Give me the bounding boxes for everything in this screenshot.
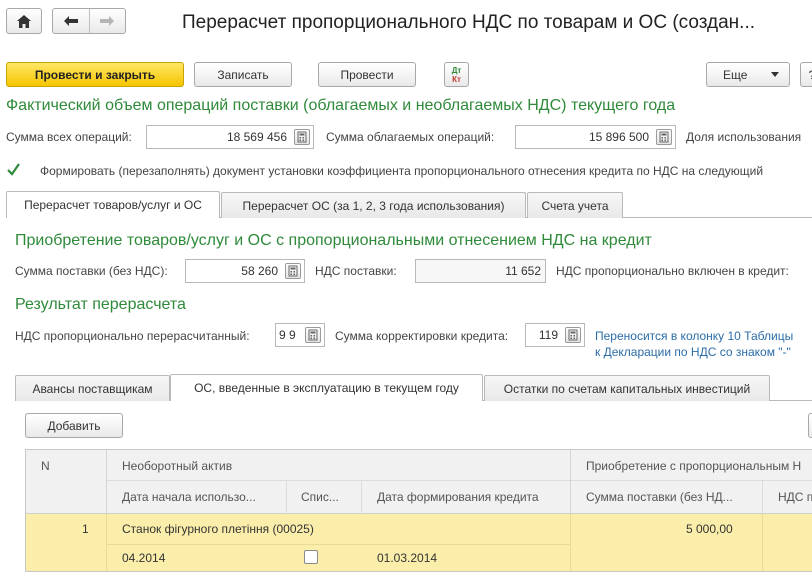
col-divider	[106, 450, 107, 514]
vat-supply-field: 11 652	[415, 259, 546, 283]
supply-sum-field[interactable]: 58 260	[185, 259, 305, 283]
calculator-icon[interactable]	[565, 327, 581, 343]
col-divider	[361, 480, 362, 514]
col-divider	[286, 480, 287, 514]
share-label: Доля использования	[686, 130, 802, 144]
table-row[interactable]: 1 Станок фігурного плетіння (00025) 5 00…	[26, 514, 812, 571]
vat-supply-label: НДС поставки:	[315, 264, 397, 278]
back-button[interactable]	[53, 9, 90, 33]
col-header-vat[interactable]: НДС п	[778, 490, 812, 504]
reform-checkbox[interactable]	[6, 162, 21, 177]
row-credit-date[interactable]: 01.03.2014	[377, 551, 437, 565]
section-heading-acquisition: Приобретение товаров/услуг и ОС с пропор…	[15, 232, 652, 249]
result-note-line2: к Декларации по НДС со знаком "-"	[595, 345, 791, 359]
col-header-n[interactable]: N	[41, 459, 50, 473]
sum-taxable-field[interactable]: 15 896 500	[515, 125, 676, 149]
dt-kt-button[interactable]: Дт Кт	[444, 62, 469, 87]
row-writeoff-checkbox[interactable]	[304, 550, 318, 564]
sum-taxable-label: Сумма облагаемых операций:	[326, 130, 495, 144]
arrow-left-icon	[63, 16, 78, 26]
supply-sum-value: 58 260	[241, 264, 278, 278]
col-header-acquisition[interactable]: Приобретение с пропорциональным Н	[586, 459, 801, 473]
row-asset[interactable]: Станок фігурного плетіння (00025)	[122, 522, 314, 536]
col-header-supply-sum[interactable]: Сумма поставки (без НД...	[586, 490, 733, 504]
sum-all-field[interactable]: 18 569 456	[146, 125, 314, 149]
col-divider	[570, 450, 571, 514]
table-more-button[interactable]	[808, 413, 812, 438]
sum-all-label: Сумма всех операций:	[6, 130, 132, 144]
section-heading-result: Результат перерасчета	[15, 296, 186, 313]
col-header-writeoff[interactable]: Спис...	[301, 490, 339, 504]
tab-accounts[interactable]: Счета учета	[527, 192, 623, 218]
recalc-field[interactable]: 9 9	[275, 323, 325, 347]
post-and-close-button[interactable]: Провести и закрыть	[6, 62, 184, 87]
data-table: N Необоротный актив Приобретение с пропо…	[25, 449, 812, 572]
caret-down-icon	[771, 72, 779, 77]
dt-kt-icon: Дт Кт	[451, 65, 462, 84]
adjust-label: Сумма корректировки кредита:	[335, 329, 509, 343]
result-note-line1: Переносится в колонку 10 Таблицы	[595, 329, 794, 343]
recalc-value: 9 9	[279, 328, 296, 342]
tab-recalc-goods[interactable]: Перерасчет товаров/услуг и ОС	[6, 191, 220, 218]
nav-group	[52, 8, 126, 34]
save-button[interactable]: Записать	[194, 62, 292, 87]
sum-all-value: 18 569 456	[226, 130, 287, 144]
adjust-value: 119	[538, 328, 558, 342]
arrow-right-icon	[100, 16, 115, 26]
col-header-start-date[interactable]: Дата начала использо...	[122, 490, 256, 504]
col-header-credit-date[interactable]: Дата формирования кредита	[377, 490, 539, 504]
col-divider	[762, 480, 763, 514]
window-title: Перерасчет пропорционального НДС по това…	[182, 12, 756, 33]
help-button[interactable]: ?	[800, 62, 812, 87]
subtab-fixed-assets[interactable]: ОС, введенные в эксплуатацию в текущем г…	[170, 374, 483, 401]
calculator-icon[interactable]	[305, 327, 321, 343]
row-supply-sum[interactable]: 5 000,00	[686, 522, 733, 536]
forward-button[interactable]	[90, 9, 126, 33]
row-n: 1	[82, 522, 89, 536]
supply-sum-label: Сумма поставки (без НДС):	[15, 264, 168, 278]
home-button[interactable]	[6, 8, 42, 34]
col-divider	[106, 514, 107, 571]
col-header-asset[interactable]: Необоротный актив	[122, 459, 232, 473]
adjust-field[interactable]: 119	[525, 323, 585, 347]
subtab-capital-investments[interactable]: Остатки по счетам капитальных инвестиций	[484, 375, 770, 401]
vat-supply-value: 11 652	[505, 264, 541, 278]
section-heading-operations: Фактический объем операций поставки (обл…	[6, 97, 676, 114]
header-divider	[106, 480, 812, 481]
calculator-icon[interactable]	[285, 263, 301, 279]
recalc-label: НДС пропорционально перерасчитанный:	[15, 329, 250, 343]
calculator-icon[interactable]	[294, 129, 310, 145]
col-divider	[762, 514, 763, 571]
more-button[interactable]: Еще	[706, 62, 790, 87]
add-button[interactable]: Добавить	[25, 413, 123, 438]
sum-taxable-value: 15 896 500	[588, 130, 649, 144]
subtab-advances[interactable]: Авансы поставщикам	[15, 375, 170, 401]
vat-included-label: НДС пропорционально включен в кредит:	[556, 264, 789, 278]
row-start-date[interactable]: 04.2014	[122, 551, 165, 565]
row-divider	[106, 544, 570, 545]
home-icon	[17, 14, 31, 28]
col-divider	[570, 514, 571, 571]
calculator-icon[interactable]	[656, 129, 672, 145]
checkmark-icon	[7, 163, 20, 176]
post-button[interactable]: Провести	[318, 62, 416, 87]
reform-checkbox-label: Формировать (перезаполнять) документ уст…	[40, 164, 764, 178]
tab-recalc-fixed-assets[interactable]: Перерасчет ОС (за 1, 2, 3 года использов…	[221, 192, 526, 218]
